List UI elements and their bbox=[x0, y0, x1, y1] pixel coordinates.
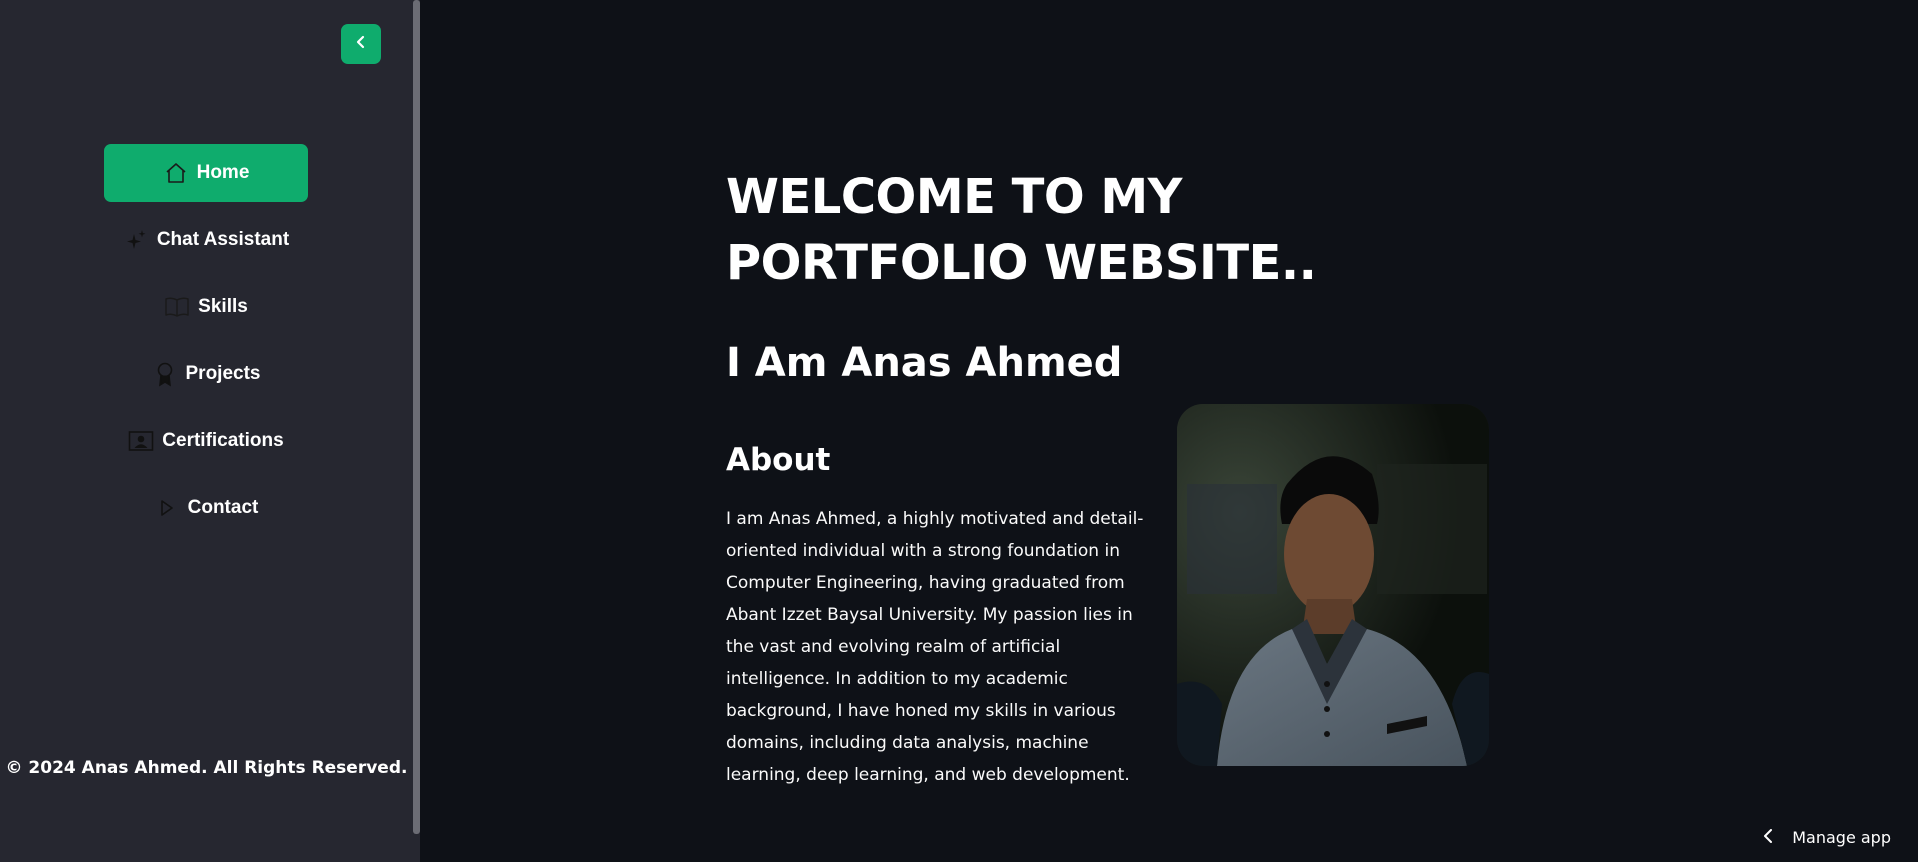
nav-item-label: Projects bbox=[185, 363, 261, 384]
copyright-text: © 2024 Anas Ahmed. All Rights Reserved. bbox=[5, 758, 408, 778]
nav-item-label: Certifications bbox=[162, 430, 284, 451]
chevron-left-icon bbox=[353, 34, 369, 55]
nav-item-projects[interactable]: Projects bbox=[104, 345, 308, 403]
page-title: WELCOME TO MY PORTFOLIO WEBSITE.. bbox=[726, 169, 1317, 291]
award-icon bbox=[152, 361, 178, 387]
manage-app-label: Manage app bbox=[1792, 828, 1891, 847]
nav-item-label: Chat Assistant bbox=[156, 229, 290, 250]
chevron-left-icon bbox=[1762, 828, 1774, 847]
sidebar-scrollbar[interactable] bbox=[413, 0, 420, 834]
nav-item-contact[interactable]: Contact bbox=[104, 479, 308, 537]
profile-photo bbox=[1177, 404, 1489, 766]
about-text: I am Anas Ahmed, a highly motivated and … bbox=[726, 509, 1144, 785]
manage-app-button[interactable]: Manage app bbox=[1762, 828, 1891, 847]
nav-item-home[interactable]: Home bbox=[104, 144, 308, 202]
nav-item-chat-assistant[interactable]: Chat Assistant bbox=[104, 211, 308, 269]
about-heading: About bbox=[726, 442, 831, 478]
nav-item-certifications[interactable]: Certifications bbox=[104, 412, 308, 470]
main-content: WELCOME TO MY PORTFOLIO WEBSITE.. I Am A… bbox=[420, 0, 1918, 862]
play-icon bbox=[154, 495, 180, 521]
person-badge-icon bbox=[128, 428, 154, 454]
nav-item-label: Skills bbox=[198, 296, 248, 317]
nav-item-label: Contact bbox=[187, 497, 259, 518]
collapse-sidebar-button[interactable] bbox=[341, 24, 381, 64]
nav-item-label: Home bbox=[196, 162, 250, 183]
house-icon bbox=[163, 160, 189, 186]
page-subtitle: I Am Anas Ahmed bbox=[726, 340, 1123, 386]
sidebar: Home Chat Assistant Skills Projects Cert bbox=[0, 0, 420, 862]
nav-item-skills[interactable]: Skills bbox=[104, 278, 308, 336]
book-icon bbox=[164, 294, 190, 320]
sparkles-icon bbox=[123, 227, 149, 253]
